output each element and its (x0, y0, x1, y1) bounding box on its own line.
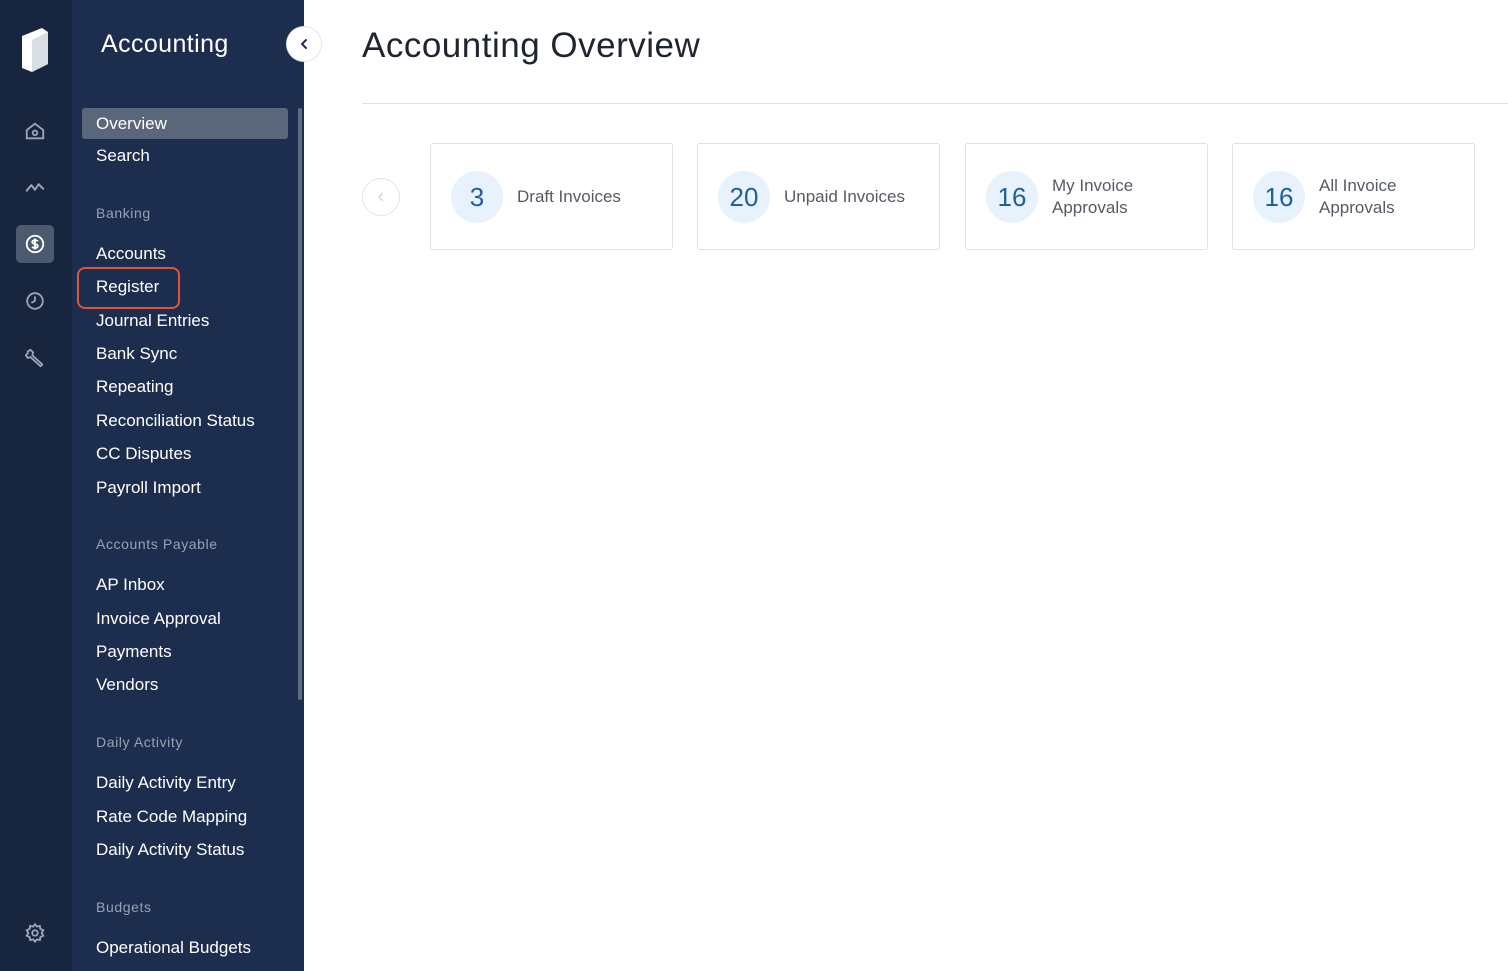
nav-item-daily-activity-status[interactable]: Daily Activity Status (96, 840, 244, 860)
nav-title: Accounting (101, 30, 229, 58)
nav-section-budgets: Budgets (96, 899, 152, 915)
nav-item-register[interactable]: Register (96, 277, 159, 297)
nav-item-invoice-approval[interactable]: Invoice Approval (96, 609, 221, 629)
page-title: Accounting Overview (362, 26, 701, 65)
nav-item-operational-budgets[interactable]: Operational Budgets (96, 938, 251, 958)
home-icon[interactable] (16, 112, 54, 150)
nav-item-ap-inbox[interactable]: AP Inbox (96, 575, 165, 595)
count-badge: 16 (1253, 171, 1305, 223)
nav-item-repeating[interactable]: Repeating (96, 377, 174, 397)
dollar-icon[interactable] (16, 225, 54, 263)
clock-icon[interactable] (16, 282, 54, 320)
count-badge: 3 (451, 171, 503, 223)
nav-item-journal-entries[interactable]: Journal Entries (96, 311, 209, 331)
count-badge: 20 (718, 171, 770, 223)
settings-icon[interactable] (16, 914, 54, 952)
icon-rail (0, 0, 72, 971)
title-divider (362, 103, 1508, 104)
summary-card-draft-invoices[interactable]: 3 Draft Invoices (430, 143, 673, 250)
nav-item-rate-code-mapping[interactable]: Rate Code Mapping (96, 807, 247, 827)
nav-section-daily-activity: Daily Activity (96, 734, 183, 750)
card-label: My Invoice Approvals (1052, 175, 1134, 217)
nav-item-cc-disputes[interactable]: CC Disputes (96, 444, 191, 464)
nav-item-vendors[interactable]: Vendors (96, 675, 158, 695)
summary-card-unpaid-invoices[interactable]: 20 Unpaid Invoices (697, 143, 940, 250)
carousel-prev-button[interactable] (362, 178, 400, 216)
card-label: All Invoice Approvals (1319, 175, 1397, 217)
nav-section-accounts-payable: Accounts Payable (96, 536, 218, 552)
nav-item-payroll-import[interactable]: Payroll Import (96, 478, 201, 498)
wrench-icon[interactable] (16, 339, 54, 377)
nav-item-search[interactable]: Search (96, 146, 150, 166)
card-label: Unpaid Invoices (784, 186, 905, 206)
nav-item-payments[interactable]: Payments (96, 642, 172, 662)
activity-icon[interactable] (16, 168, 54, 206)
nav-item-reconciliation-status[interactable]: Reconciliation Status (96, 411, 255, 431)
accounting-nav: Accounting Overview Search Banking Accou… (72, 0, 321, 971)
card-label: Draft Invoices (517, 186, 621, 206)
nav-item-daily-activity-entry[interactable]: Daily Activity Entry (96, 773, 236, 793)
nav-item-bank-sync[interactable]: Bank Sync (96, 344, 177, 364)
nav-item-accounts[interactable]: Accounts (96, 244, 166, 264)
nav-scrollbar[interactable] (298, 108, 302, 700)
collapse-sidebar-button[interactable] (287, 27, 321, 61)
logo-icon[interactable] (18, 24, 52, 74)
nav-item-overview[interactable]: Overview (82, 108, 288, 139)
summary-card-all-invoice-approvals[interactable]: 16 All Invoice Approvals (1232, 143, 1475, 250)
count-badge: 16 (986, 171, 1038, 223)
summary-card-my-invoice-approvals[interactable]: 16 My Invoice Approvals (965, 143, 1208, 250)
nav-section-banking: Banking (96, 205, 151, 221)
